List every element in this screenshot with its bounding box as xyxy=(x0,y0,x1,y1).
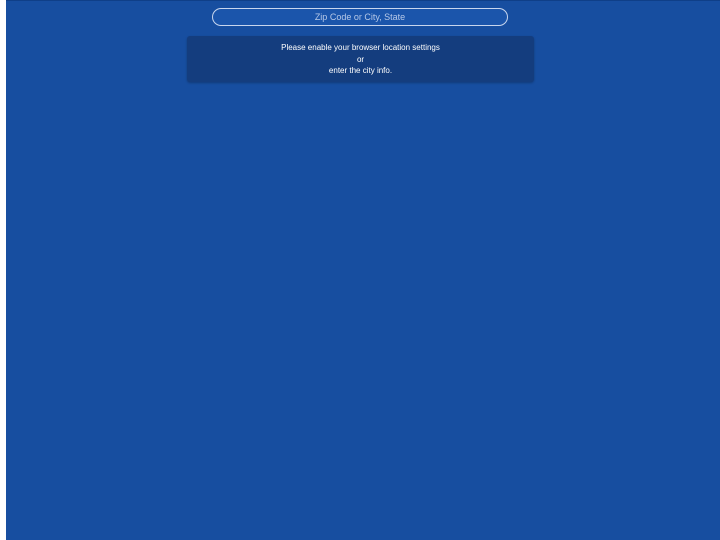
message-line-enter-city: enter the city info. xyxy=(328,66,393,75)
message-line-enable-location: Please enable your browser location sett… xyxy=(281,43,440,52)
location-message-panel: Please enable your browser location sett… xyxy=(187,36,534,82)
location-search xyxy=(212,7,508,26)
weather-app-background: Please enable your browser location sett… xyxy=(6,0,720,540)
location-search-input[interactable] xyxy=(212,8,508,26)
message-line-or: or xyxy=(356,54,365,64)
